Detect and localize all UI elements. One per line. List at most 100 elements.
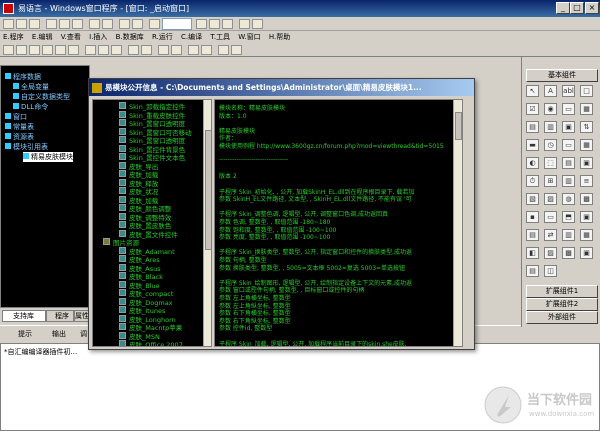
align-right-icon[interactable]: [29, 45, 40, 55]
component-icon[interactable]: ▬: [526, 139, 539, 151]
component-icon[interactable]: ◍: [562, 193, 575, 205]
component-icon[interactable]: ⬒: [562, 211, 575, 223]
maximize-button[interactable]: □: [570, 2, 584, 14]
component-icon[interactable]: ◷: [544, 139, 557, 151]
paste-icon[interactable]: [72, 19, 83, 29]
save-icon[interactable]: [29, 19, 40, 29]
pause-icon[interactable]: [209, 19, 220, 29]
tree-item[interactable]: 程序数据: [5, 72, 41, 82]
tab-support-lib[interactable]: 支持库: [2, 310, 46, 322]
tree-item[interactable]: 自定义数据类型: [13, 92, 70, 102]
component-icon[interactable]: ⇄: [544, 229, 557, 241]
component-icon[interactable]: ≡: [580, 175, 593, 187]
component-icon[interactable]: ⏱: [526, 175, 539, 187]
component-icon[interactable]: ▦: [580, 229, 593, 241]
grid-icon[interactable]: [218, 45, 229, 55]
tree-item[interactable]: 模块引用表: [5, 142, 48, 152]
align-bottom-icon[interactable]: [68, 45, 79, 55]
basic-components-header[interactable]: 基本组件: [526, 69, 598, 82]
component-icon[interactable]: ▩: [580, 193, 593, 205]
extended-components-2[interactable]: 扩展组件2: [526, 298, 598, 311]
v-spacing-icon[interactable]: [141, 45, 152, 55]
open-icon[interactable]: [16, 19, 27, 29]
align-left-icon[interactable]: [3, 45, 14, 55]
tree-item-selected[interactable]: 精易皮肤模块: [23, 152, 73, 162]
new-icon[interactable]: [3, 19, 14, 29]
component-icon[interactable]: ↖: [526, 85, 539, 97]
component-icon[interactable]: ▣: [580, 157, 593, 169]
component-icon[interactable]: ▤: [526, 121, 539, 133]
tree-item[interactable]: DLL命令: [13, 102, 48, 112]
find-icon[interactable]: [119, 19, 130, 29]
redo-icon[interactable]: [102, 19, 113, 29]
scroll-thumb[interactable]: [455, 112, 462, 140]
component-icon[interactable]: ◐: [526, 157, 539, 169]
component-icon[interactable]: A: [544, 85, 557, 97]
tab-hints[interactable]: 提示: [18, 329, 44, 339]
copy-icon[interactable]: [59, 19, 70, 29]
component-icon[interactable]: ▪: [526, 211, 539, 223]
component-icon[interactable]: ▨: [544, 247, 557, 259]
same-width-icon[interactable]: [85, 45, 96, 55]
align-middle-icon[interactable]: [55, 45, 66, 55]
component-icon[interactable]: ☑: [526, 103, 539, 115]
component-icon[interactable]: ▥: [562, 229, 575, 241]
h-spacing-icon[interactable]: [128, 45, 139, 55]
same-size-icon[interactable]: [111, 45, 122, 55]
component-icon[interactable]: ▭: [562, 139, 575, 151]
component-icon[interactable]: □: [580, 85, 593, 97]
align-top-icon[interactable]: [42, 45, 53, 55]
run-icon[interactable]: [196, 19, 207, 29]
close-button[interactable]: ×: [585, 2, 599, 14]
same-height-icon[interactable]: [98, 45, 109, 55]
component-icon[interactable]: ◉: [544, 103, 557, 115]
component-icon[interactable]: ▤: [562, 157, 575, 169]
component-icon[interactable]: ▤: [526, 229, 539, 241]
send-back-icon[interactable]: [201, 45, 212, 55]
menu-database[interactable]: B.数据库: [113, 31, 147, 43]
component-icon[interactable]: ▤: [526, 265, 539, 277]
tree-item[interactable]: 全局变量: [13, 82, 49, 92]
component-icon[interactable]: ⬚: [544, 157, 557, 169]
menu-help[interactable]: H.帮助: [266, 31, 293, 43]
center-h-icon[interactable]: [158, 45, 169, 55]
list-scrollbar[interactable]: [203, 100, 211, 346]
extended-components-1[interactable]: 扩展组件1: [526, 285, 598, 298]
align-center-icon[interactable]: [16, 45, 27, 55]
stop-icon[interactable]: [222, 19, 233, 29]
component-icon[interactable]: ▥: [562, 175, 575, 187]
mode-select[interactable]: [162, 18, 192, 30]
component-icon[interactable]: ▣: [580, 247, 593, 259]
text-scrollbar[interactable]: [453, 100, 462, 346]
undo-icon[interactable]: [89, 19, 100, 29]
tab-output[interactable]: 输出: [52, 329, 78, 339]
module-item-list[interactable]: Skin_卸载指定控件 Skin_重载皮肤控件 Skin_置窗口透明度 Skin_置窗…: [92, 99, 212, 347]
component-icon[interactable]: ◫: [544, 265, 557, 277]
component-icon[interactable]: ▭: [544, 211, 557, 223]
component-icon[interactable]: ▩: [562, 247, 575, 259]
scroll-thumb[interactable]: [205, 130, 211, 250]
component-icon[interactable]: ▣: [562, 121, 575, 133]
component-icon[interactable]: ▥: [544, 121, 557, 133]
module-info-text[interactable]: 模块名称：精易皮肤模块 版本：1.0 精易皮肤模块 作者： 模块使用例程 http://…: [214, 99, 463, 347]
menu-compile[interactable]: C.编译: [178, 31, 205, 43]
component-icon[interactable]: ◧: [526, 247, 539, 259]
component-icon[interactable]: ▦: [580, 139, 593, 151]
lock-icon[interactable]: [231, 45, 242, 55]
step-over-icon[interactable]: [252, 19, 263, 29]
tree-item[interactable]: 资源表: [5, 132, 34, 142]
tree-item[interactable]: 窗口: [5, 112, 27, 122]
menu-program[interactable]: E.程序: [0, 31, 27, 43]
component-icon[interactable]: ⇅: [580, 121, 593, 133]
bookmark-icon[interactable]: [149, 19, 160, 29]
cut-icon[interactable]: [46, 19, 57, 29]
menu-edit[interactable]: E.编辑: [29, 31, 56, 43]
minimize-button[interactable]: _: [556, 2, 570, 14]
menu-tools[interactable]: T.工具: [207, 31, 233, 43]
menu-view[interactable]: V.查看: [58, 31, 84, 43]
tree-item[interactable]: 常量表: [5, 122, 34, 132]
component-icon[interactable]: ▣: [580, 211, 593, 223]
component-icon[interactable]: ▦: [580, 103, 593, 115]
external-components[interactable]: 外部组件: [526, 311, 598, 324]
component-icon[interactable]: ▨: [544, 193, 557, 205]
